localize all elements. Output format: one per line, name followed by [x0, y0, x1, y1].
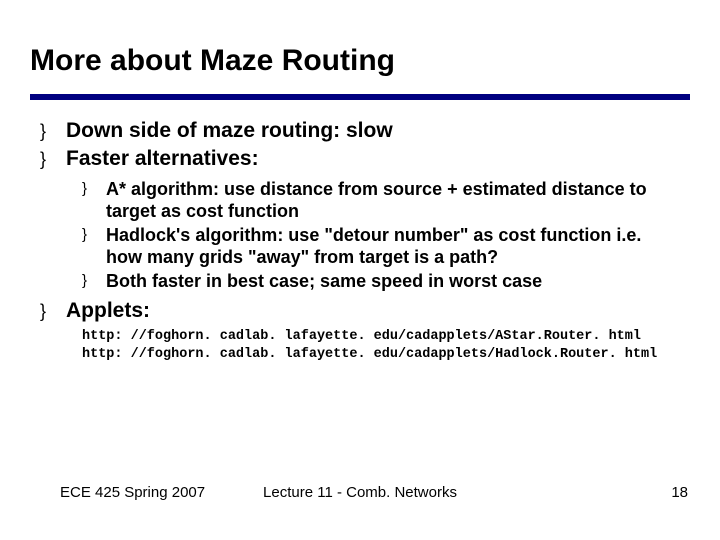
footer-center: Lecture 11 - Comb. Networks [0, 484, 720, 501]
bullet-level1: } Applets: [40, 298, 680, 324]
bullet-level2: } A* algorithm: use distance from source… [82, 178, 680, 222]
slide-title: More about Maze Routing [30, 44, 395, 78]
url-line: http: //foghorn. cadlab. lafayette. edu/… [82, 328, 680, 346]
bullet-level1: } Down side of maze routing: slow [40, 118, 680, 144]
title-rule [30, 94, 690, 100]
bullet-level2: } Both faster in best case; same speed i… [82, 270, 680, 292]
bullet-glyph: } [40, 118, 66, 144]
bullet-glyph: } [82, 270, 106, 292]
bullet-text: Hadlock's algorithm: use "detour number"… [106, 224, 680, 268]
bullet-glyph: } [82, 178, 106, 200]
bullet-text: Applets: [66, 298, 150, 324]
url-line: http: //foghorn. cadlab. lafayette. edu/… [82, 346, 680, 364]
slide-body: } Down side of maze routing: slow } Fast… [40, 118, 680, 364]
slide: More about Maze Routing } Down side of m… [0, 0, 720, 540]
footer: ECE 425 Spring 2007 Lecture 11 - Comb. N… [0, 484, 720, 504]
bullet-text: Faster alternatives: [66, 146, 259, 172]
bullet-text: Both faster in best case; same speed in … [106, 270, 542, 292]
bullet-glyph: } [40, 146, 66, 172]
bullet-glyph: } [82, 224, 106, 246]
bullet-text: Down side of maze routing: slow [66, 118, 393, 144]
bullet-level1: } Faster alternatives: [40, 146, 680, 172]
sub-bullets: } A* algorithm: use distance from source… [82, 178, 680, 292]
bullet-level2: } Hadlock's algorithm: use "detour numbe… [82, 224, 680, 268]
footer-page-number: 18 [671, 484, 688, 501]
url-block: http: //foghorn. cadlab. lafayette. edu/… [82, 328, 680, 364]
bullet-glyph: } [40, 298, 66, 324]
bullet-text: A* algorithm: use distance from source +… [106, 178, 680, 222]
